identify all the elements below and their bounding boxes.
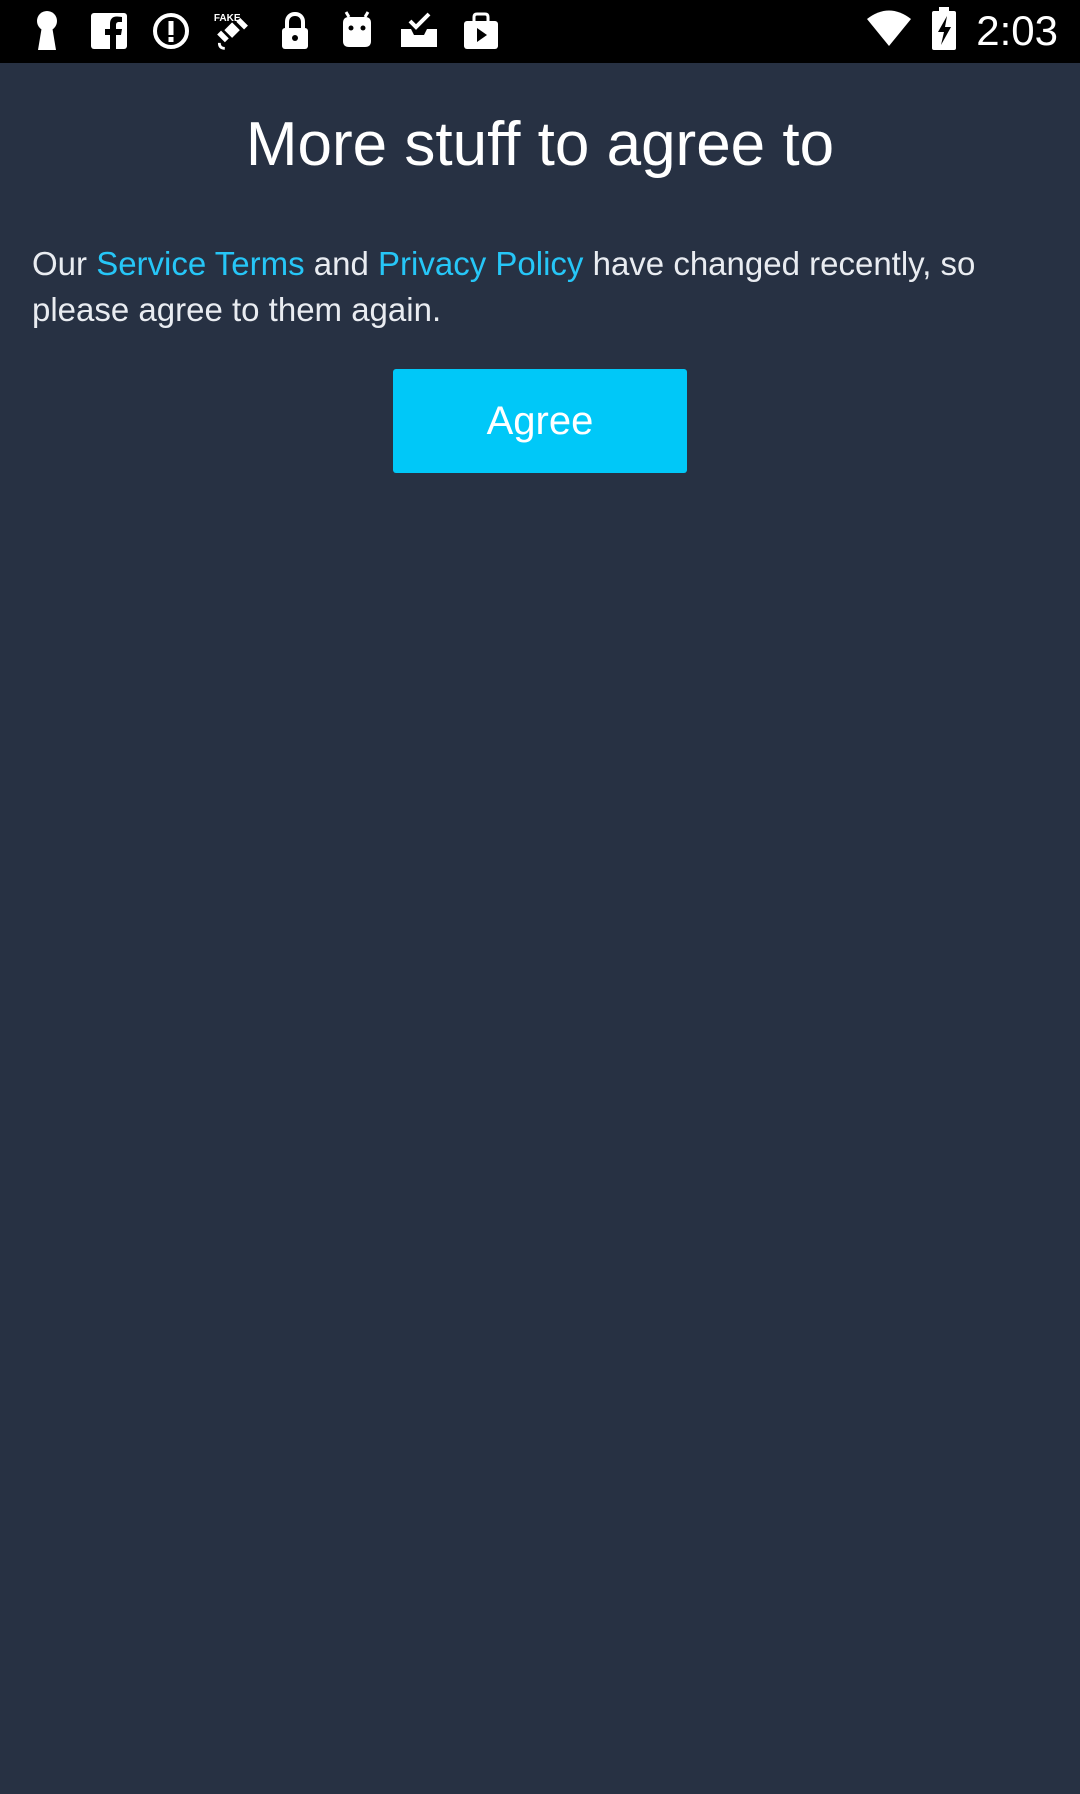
battery-icon xyxy=(930,6,958,56)
lock-icon xyxy=(274,10,316,52)
svg-text:FAKE: FAKE xyxy=(214,13,241,24)
message-middle: and xyxy=(304,245,379,282)
inbox-check-icon xyxy=(398,10,440,52)
status-bar: FAKE 2:03 xyxy=(0,0,1080,63)
agree-button[interactable]: Agree xyxy=(393,369,687,473)
terms-update-screen: More stuff to agree to Our Service Terms… xyxy=(0,63,1080,1794)
terms-message: Our Service Terms and Privacy Policy hav… xyxy=(32,241,1056,333)
keyhole-icon xyxy=(26,10,68,52)
facebook-icon xyxy=(88,10,130,52)
wifi-icon xyxy=(866,10,912,53)
service-terms-link[interactable]: Service Terms xyxy=(96,245,304,282)
android-robot-icon xyxy=(336,10,378,52)
play-store-icon xyxy=(460,10,502,52)
clock-time: 2:03 xyxy=(976,7,1058,54)
fake-gps-icon: FAKE xyxy=(212,10,254,52)
page-title: More stuff to agree to xyxy=(245,110,835,179)
system-status: 2:03 xyxy=(866,6,1058,56)
info-circle-icon xyxy=(150,10,192,52)
privacy-policy-link[interactable]: Privacy Policy xyxy=(378,245,583,282)
message-prefix: Our xyxy=(32,245,97,282)
notification-icons: FAKE xyxy=(26,8,502,54)
